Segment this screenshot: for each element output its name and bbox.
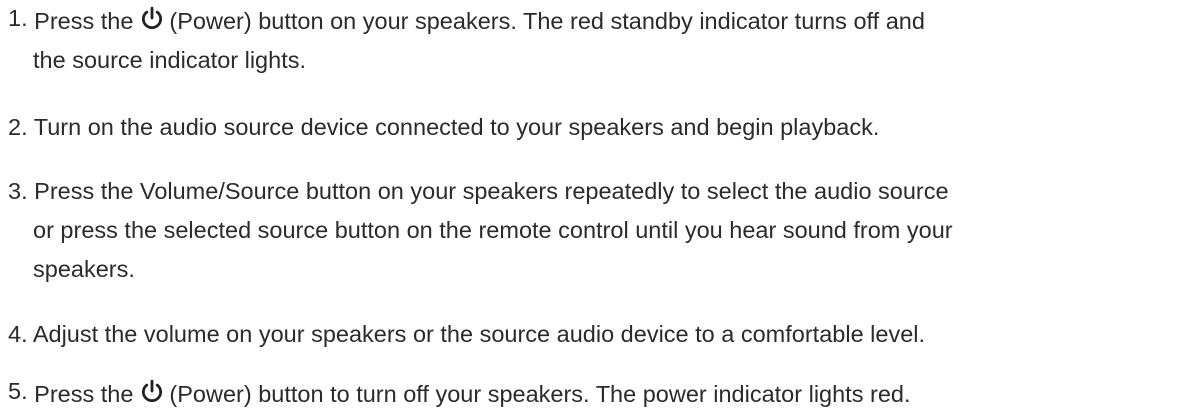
step-text-before-icon: Press the (34, 381, 134, 407)
step-text: Press the Volume/Source button on your s… (34, 178, 949, 204)
step-number: 5. (8, 378, 28, 404)
step-text-after-icon: (Power) button on your speakers. The red… (169, 8, 925, 34)
step-number: 3. (8, 178, 28, 204)
step-2: 2. Turn on the audio source device conne… (8, 108, 1198, 147)
step-text-after-icon: (Power) button to turn off your speakers… (169, 381, 911, 407)
power-icon (139, 379, 165, 405)
step-number: 4. (8, 321, 28, 347)
step-text: Adjust the volume on your speakers or th… (32, 321, 926, 347)
power-icon (139, 6, 165, 32)
step-number: 1. (8, 5, 28, 31)
step-4: 4. Adjust the volume on your speakers or… (8, 315, 1198, 354)
step-text-before-icon: Press the (34, 8, 134, 34)
step-5: 5. Press the (Power) button to turn off y… (8, 375, 1198, 414)
step-number: 2. (8, 114, 28, 140)
step-1: 1. Press the (Power) button on your speak… (8, 2, 1198, 80)
step-text-continued: or press the selected source button on t… (33, 217, 953, 243)
step-text-continued: the source indicator lights. (33, 47, 307, 73)
step-3: 3. Press the Volume/Source button on you… (8, 172, 1198, 289)
step-text-continued: speakers. (33, 256, 135, 282)
step-text: Turn on the audio source device connecte… (33, 114, 880, 140)
